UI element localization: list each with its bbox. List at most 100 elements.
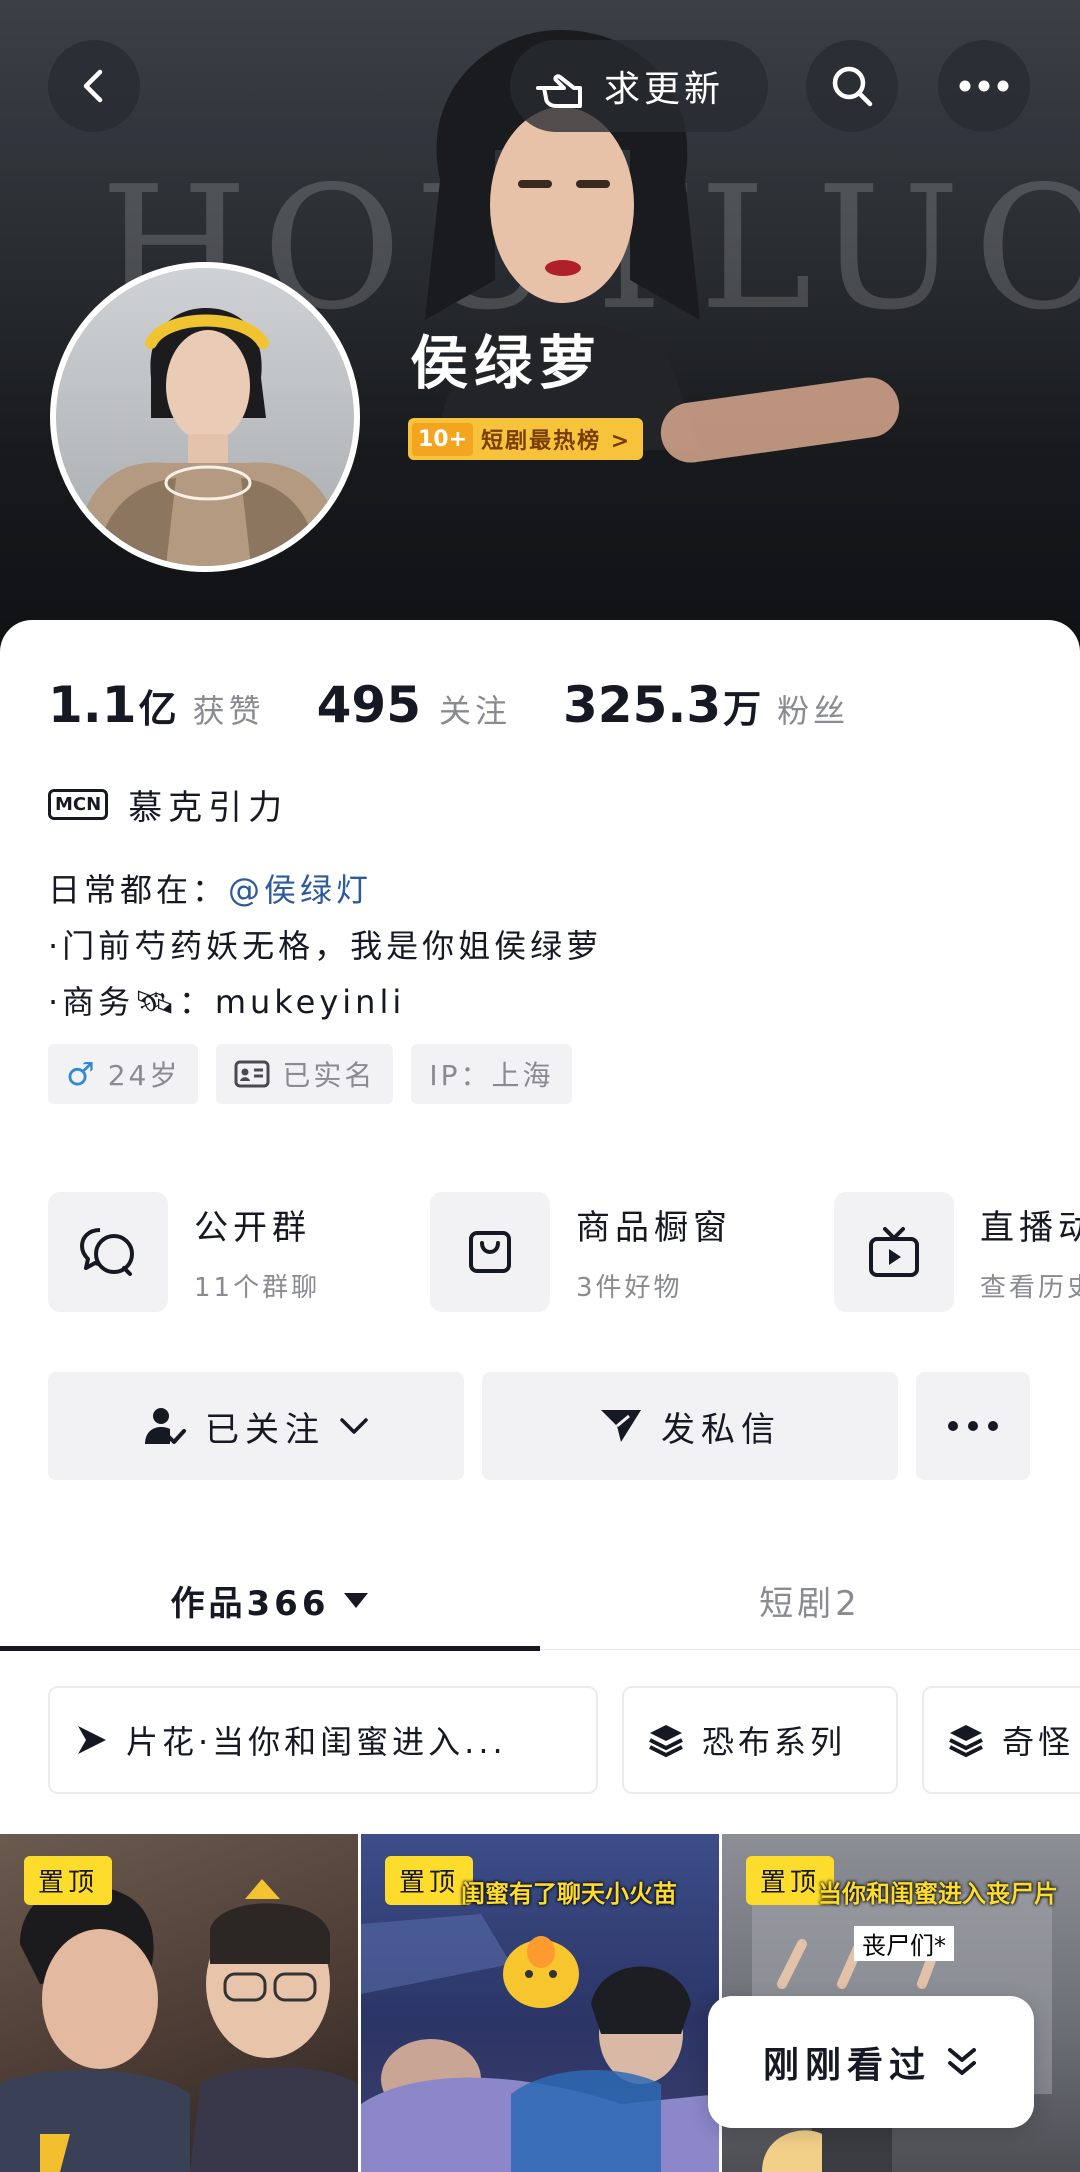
collection-item[interactable]: 奇怪 [922, 1686, 1080, 1794]
send-message-label: 发私信 [661, 1409, 781, 1450]
rank-text: 短剧最热榜 > [481, 429, 632, 454]
group-chat-icon [80, 1228, 134, 1276]
bio-mention-link[interactable]: @侯绿灯 [228, 871, 372, 909]
bio-line-1: 日常都在：@侯绿灯 [48, 862, 602, 918]
entry-group-chat[interactable]: 公开群 11个群聊 [48, 1192, 320, 1312]
stat-following-label: 关注 [438, 692, 511, 730]
video-thumb[interactable]: 置顶 [0, 1834, 358, 2172]
bio-line-3-prefix: ·商务 [48, 983, 135, 1021]
live-tv-icon [869, 1227, 919, 1277]
entry-group-chat-icon-box [48, 1192, 168, 1312]
search-icon [832, 66, 873, 107]
bio: 日常都在：@侯绿灯 ·门前芍药妖无格，我是你姐侯绿萝 ·商务🛰：mukeyinl… [48, 862, 602, 1030]
bio-line-3-suffix: ：mukeyinli [178, 983, 406, 1021]
satellite-emoji-icon: 🛰 [134, 983, 179, 1021]
stat-followers-unit: 万 [723, 687, 762, 731]
tag-verified: 已实名 [216, 1044, 394, 1104]
pointing-hand-icon [536, 74, 582, 108]
action-buttons: 已关注 发私信 [48, 1372, 1030, 1480]
stats-row: 1.1 亿获赞 495 关注 325.3 万粉丝 [48, 676, 901, 734]
profile-tags: ♂ 24岁 已实名 IP：上海 [48, 1044, 590, 1104]
recently-viewed-button[interactable]: 刚刚看过 [708, 1996, 1034, 2128]
video-thumb-caption: 闺蜜有了聊天小火苗 [461, 1880, 677, 1908]
collection-item-label: 奇怪 [1002, 1723, 1075, 1761]
mcn-badge: MCN [48, 789, 109, 820]
search-button[interactable] [806, 40, 898, 132]
tag-ip-text: IP：上海 [429, 1059, 554, 1092]
tab-works-label: 作品366 [170, 1583, 330, 1624]
profile-banner: HOUYLUO 求更新 [0, 0, 1080, 660]
tab-dramas[interactable]: 短剧2 [540, 1550, 1080, 1650]
profile-name: 侯绿萝 [410, 329, 603, 397]
send-icon [601, 1410, 641, 1442]
bio-line-3: ·商务🛰：mukeyinli [48, 974, 602, 1030]
mcn-row[interactable]: MCN 慕克引力 [48, 780, 288, 829]
video-thumb-caption-2: 丧尸们* [854, 1926, 954, 1961]
stat-likes-value: 1.1 [48, 676, 137, 734]
profile-card: 1.1 亿获赞 495 关注 325.3 万粉丝 MCN 慕克引力 日常都在：@侯绿灯… [0, 620, 1080, 2172]
caret-down-icon [344, 1593, 369, 1608]
collection-item[interactable]: 恐布系列 [622, 1686, 898, 1794]
more-dots-icon [959, 80, 1009, 92]
entry-live-sub: 查看历史 [980, 1273, 1080, 1303]
stat-following-value: 495 [316, 676, 421, 734]
entry-group-chat-sub: 11个群聊 [194, 1273, 321, 1303]
pinned-badge: 置顶 [385, 1856, 474, 1905]
stat-likes-unit: 亿 [138, 687, 177, 731]
tab-works[interactable]: 作品366 [0, 1550, 540, 1650]
stat-likes[interactable]: 1.1 亿获赞 [48, 676, 265, 734]
chevron-down-icon [340, 1418, 368, 1434]
entry-shop-window[interactable]: 商品橱窗 3件好物 [430, 1192, 732, 1312]
tab-dramas-label: 短剧2 [759, 1583, 861, 1624]
bio-line-1-prefix: 日常都在： [48, 871, 229, 909]
recently-viewed-label: 刚刚看过 [762, 2045, 931, 2086]
entry-live-title: 直播动态 [980, 1208, 1080, 1248]
entry-group-chat-title: 公开群 [194, 1208, 311, 1248]
shopping-bag-icon [469, 1231, 511, 1273]
stat-likes-label: 获赞 [192, 692, 265, 730]
request-update-button[interactable]: 求更新 [510, 40, 768, 132]
tab-active-underline [0, 1646, 540, 1651]
id-card-icon [234, 1060, 270, 1088]
back-arrow-icon [83, 69, 103, 103]
mcn-name: 慕克引力 [128, 788, 289, 828]
pinned-badge: 置顶 [24, 1856, 113, 1905]
entry-live[interactable]: 直播动态 查看历史 [834, 1192, 1080, 1312]
bio-line-2: ·门前芍药妖无格，我是你姐侯绿萝 [48, 927, 603, 965]
followed-label: 已关注 [205, 1409, 325, 1450]
more-button[interactable] [938, 40, 1030, 132]
collection-item-label: 恐布系列 [702, 1723, 847, 1761]
tag-verified-text: 已实名 [282, 1059, 376, 1092]
stack-icon [649, 1725, 683, 1758]
play-icon [78, 1726, 106, 1754]
entry-shop-window-sub: 3件好物 [576, 1273, 683, 1303]
video-thumb[interactable]: 置顶 闺蜜有了聊天小火苗 [361, 1834, 719, 2172]
collection-item-label: 片花·当你和闺蜜进入... [126, 1723, 507, 1761]
tag-ip: IP：上海 [411, 1044, 572, 1104]
rank-number: 10+ [412, 422, 474, 456]
send-message-button[interactable]: 发私信 [482, 1372, 898, 1480]
stack-icon [949, 1725, 983, 1758]
entry-live-icon-box [834, 1192, 954, 1312]
avatar-image [76, 308, 341, 566]
back-button[interactable] [48, 40, 140, 132]
followed-button[interactable]: 已关注 [48, 1372, 464, 1480]
tag-age-text: 24岁 [107, 1059, 181, 1092]
more-dots-icon [948, 1421, 998, 1431]
stat-following[interactable]: 495 关注 [317, 676, 511, 734]
more-actions-button[interactable] [916, 1372, 1030, 1480]
collection-item[interactable]: 片花·当你和闺蜜进入... [48, 1686, 598, 1794]
stat-followers[interactable]: 325.3 万粉丝 [563, 676, 849, 734]
stat-followers-label: 粉丝 [777, 692, 850, 730]
request-update-label: 求更新 [604, 69, 725, 110]
hot-rank-badge[interactable]: 10+ 短剧最热榜 > [408, 418, 644, 460]
collections-row: 片花·当你和闺蜜进入... 恐布系列 奇怪 [48, 1686, 1080, 1796]
feature-entries: 公开群 11个群聊 商品橱窗 3件好物 直播动态 查看历史 [48, 1192, 1080, 1322]
stat-followers-value: 325.3 [563, 676, 722, 734]
entry-shop-window-icon-box [430, 1192, 550, 1312]
person-check-icon [145, 1408, 186, 1444]
avatar[interactable] [50, 262, 360, 572]
entry-shop-window-title: 商品橱窗 [576, 1208, 732, 1248]
male-icon: ♂ [66, 1055, 98, 1093]
double-chevron-down-icon [948, 2048, 976, 2075]
